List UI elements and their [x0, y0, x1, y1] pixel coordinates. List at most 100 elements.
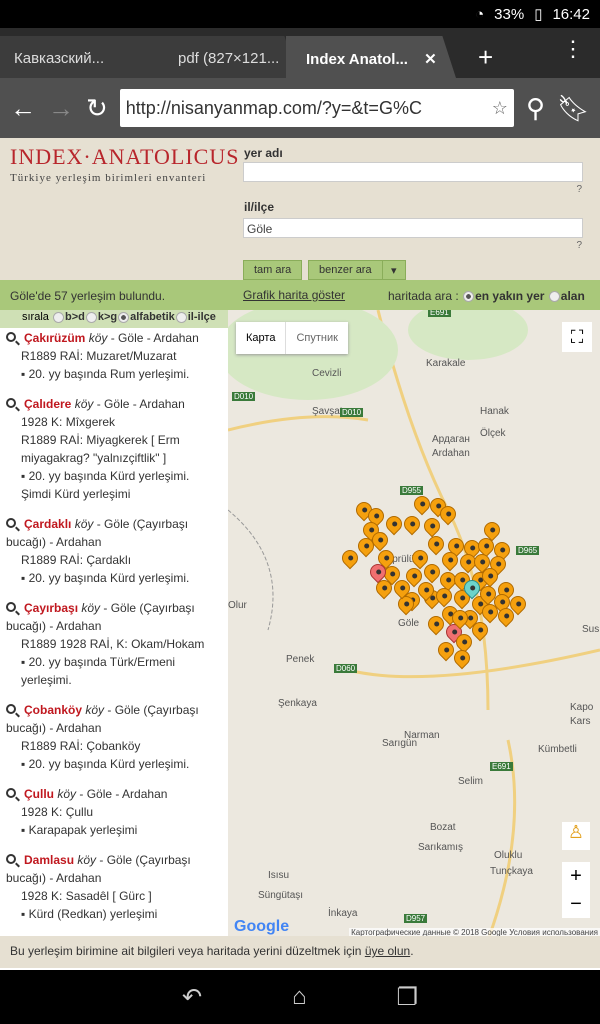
province-input[interactable]: Göle — [243, 218, 583, 238]
place-location: - Göle - Ardahan — [107, 331, 199, 345]
sort-option-label: b>d — [64, 311, 85, 323]
recents-icon[interactable]: ❐ — [397, 983, 419, 1012]
place-type: köy — [85, 703, 105, 717]
map-place-label: Narman — [404, 730, 440, 741]
entry-detail: R1889 RAİ: Miyagkerek [ Erm miyagakrag? … — [21, 433, 180, 465]
road-shield: D060 — [334, 664, 358, 673]
road-shield: E691 — [428, 310, 451, 317]
place-name[interactable]: Çakırüzüm — [24, 331, 85, 345]
map-place-label: Ardahan — [432, 448, 470, 459]
zoom-to-map-icon[interactable] — [6, 518, 16, 528]
zoom-out-button[interactable]: − — [562, 890, 590, 918]
map-place-label: Şavşat — [312, 406, 343, 417]
map-type-satellite-button[interactable]: Спутник — [286, 322, 347, 354]
entry-detail: R1889 RAİ: Çobanköy — [21, 739, 141, 753]
place-location: - Göle - Ardahan — [93, 397, 185, 411]
area-label: alan — [560, 289, 585, 303]
help-link[interactable]: ? — [576, 240, 582, 251]
place-name-input[interactable] — [243, 162, 583, 182]
map-place-label: Şenkaya — [278, 698, 317, 709]
tab-title: pdf (827×121... — [178, 50, 280, 67]
road-shield: D010 — [232, 392, 256, 401]
tab-kavkazsky[interactable]: Кавказский... — [0, 36, 140, 78]
zoom-to-map-icon[interactable] — [6, 332, 16, 342]
search-icon[interactable]: ⚲ — [526, 93, 545, 124]
entry-detail: ▪ 20. yy başında Rum yerleşimi. — [21, 367, 190, 381]
nearest-radio[interactable] — [463, 291, 475, 303]
star-icon[interactable]: ☆ — [492, 98, 508, 118]
tab-index-anatolicus[interactable]: Index Anatol... ✕ — [286, 36, 456, 78]
sort-radio-bd[interactable] — [52, 311, 64, 323]
pegman-icon[interactable]: ♙ — [562, 822, 590, 850]
status-bar: ◔ 33% ▯ 16:42 — [0, 0, 600, 28]
home-icon[interactable]: ⌂ — [292, 983, 307, 1011]
url-bar[interactable]: http://nisanyanmap.com/?y=&t=G%C ☆ — [119, 89, 514, 127]
logo-title: INDEX·ANATOLICUS — [10, 144, 240, 169]
area-radio[interactable] — [548, 291, 560, 303]
fullscreen-icon[interactable]: ⛶ — [562, 322, 592, 352]
map-place-label: Oluklu — [494, 850, 523, 861]
map-place-label: Cevizli — [312, 368, 342, 379]
similar-search-button[interactable]: benzer ara — [308, 260, 383, 280]
site-logo[interactable]: INDEX·ANATOLICUS Türkiye yerleşim birimle… — [10, 144, 239, 184]
map-place-label: Süngütaşı — [258, 890, 304, 901]
road-shield: D965 — [516, 546, 540, 555]
battery-icon: ▯ — [534, 6, 543, 23]
register-link[interactable]: üye olun — [365, 944, 410, 958]
sort-radio-il-ilce[interactable] — [175, 311, 187, 323]
help-link[interactable]: ? — [576, 184, 582, 195]
zoom-in-button[interactable]: + — [562, 862, 590, 890]
map-place-label: Sus — [582, 624, 600, 635]
entry-detail: ▪ Karapapak yerleşimi — [21, 823, 138, 837]
more-dropdown-button[interactable]: ▾ — [382, 260, 406, 280]
place-name[interactable]: Çullu — [24, 787, 54, 801]
place-name[interactable]: Çalıdere — [24, 397, 71, 411]
map[interactable]: Карта Спутник ⛶ Cevizli Şavşat Karakale Han… — [228, 310, 600, 940]
zoom-to-map-icon[interactable] — [6, 704, 16, 714]
sort-option-label: k>g — [97, 311, 118, 323]
tab-pdf[interactable]: pdf (827×121... — [128, 36, 298, 78]
place-name[interactable]: Damlasu — [24, 853, 74, 867]
zoom-to-map-icon[interactable] — [6, 602, 16, 612]
show-graphic-map-link[interactable]: Grafik harita göster — [243, 288, 345, 302]
clock: 16:42 — [552, 5, 590, 23]
road-shield: D010 — [340, 408, 364, 417]
map-place-label: Ölçek — [480, 428, 506, 439]
back-icon[interactable]: ← — [10, 93, 36, 124]
map-place-label: Karakale — [426, 358, 466, 369]
battery-percent: 33% — [494, 5, 525, 23]
map-place-label: Selim — [458, 776, 484, 787]
exact-search-button[interactable]: tam ara — [243, 260, 303, 280]
list-item: Çardaklı köy - Göle (Çayırbaşı bucağı) -… — [0, 515, 228, 599]
zoom-to-map-icon[interactable] — [6, 398, 16, 408]
zoom-to-map-icon[interactable] — [6, 854, 16, 864]
place-name[interactable]: Çobanköy — [24, 703, 82, 717]
reload-icon[interactable]: ↻ — [86, 93, 108, 124]
footer-text: Bu yerleşim birimine ait bilgileri veya … — [10, 944, 365, 958]
map-place-label: Ардаган — [432, 434, 470, 445]
road-shield: E691 — [490, 762, 513, 771]
nearest-label: en yakın yer — [475, 289, 545, 303]
place-type: köy — [81, 601, 101, 615]
forward-icon[interactable]: → — [48, 93, 74, 124]
footer-note: Bu yerleşim birimine ait bilgileri veya … — [0, 936, 600, 968]
menu-icon[interactable]: ⋮ — [562, 36, 584, 62]
map-place-label: Göle — [398, 618, 420, 629]
place-name[interactable]: Çayırbaşı — [24, 601, 78, 615]
sort-radio-alphabetic[interactable] — [118, 311, 130, 323]
back-nav-icon[interactable]: ↶ — [182, 983, 202, 1012]
close-icon[interactable]: ✕ — [424, 51, 437, 68]
bookmark-icon[interactable]: 🔖︎ — [557, 93, 590, 124]
sort-radio-kg[interactable] — [85, 311, 97, 323]
map-type-map-button[interactable]: Карта — [236, 322, 287, 354]
list-item: Çayırbaşı köy - Göle (Çayırbaşı bucağı) … — [0, 599, 228, 701]
results-list[interactable]: Çakırüzüm köy - Göle - Ardahan R1889 RAİ:… — [0, 310, 228, 936]
list-item: Çobanköy köy - Göle (Çayırbaşı bucağı) -… — [0, 701, 228, 785]
place-name[interactable]: Çardaklı — [24, 517, 71, 531]
zoom-to-map-icon[interactable] — [6, 788, 16, 798]
entry-detail: ▪ 20. yy başında Kürd yerleşimi. — [21, 571, 190, 585]
android-nav-bar: ↶ ⌂ ❐ — [0, 970, 600, 1024]
new-tab-button[interactable]: + — [478, 42, 493, 73]
map-search-label: haritada ara : — [388, 289, 459, 303]
results-bar: Göle'de 57 yerleşim bulundu. Grafik hari… — [0, 280, 600, 310]
